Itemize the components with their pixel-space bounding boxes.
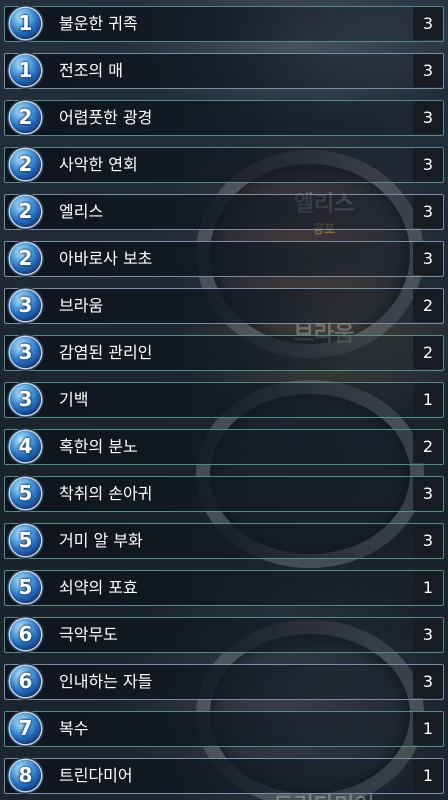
mana-cost-gem: 2 (10, 196, 41, 227)
mana-cost-gem: 4 (10, 431, 41, 462)
mana-cost-gem: 2 (10, 149, 41, 180)
card-name: 트린다미어 (59, 766, 133, 785)
card-count: 3 (413, 524, 443, 557)
card-row[interactable]: 2 사악한 연회 3 (4, 147, 444, 183)
card-row[interactable]: 2 어렴풋한 광경 3 (4, 100, 444, 136)
mana-cost-gem: 3 (10, 290, 41, 321)
card-count: 3 (413, 54, 443, 87)
card-name: 전조의 매 (59, 61, 123, 80)
card-count: 3 (413, 148, 443, 181)
card-name: 쇠약의 포효 (59, 578, 138, 597)
card-count: 1 (413, 712, 443, 745)
card-row[interactable]: 5 거미 알 부화 3 (4, 523, 444, 559)
card-row[interactable]: 1 전조의 매 3 (4, 53, 444, 89)
card-count: 2 (413, 289, 443, 322)
card-name: 브라움 (59, 296, 104, 315)
card-count: 1 (413, 571, 443, 604)
mana-cost-gem: 3 (10, 337, 41, 368)
card-name: 극악무도 (59, 625, 118, 644)
mana-cost-gem: 6 (10, 619, 41, 650)
card-row[interactable]: 3 기백 1 (4, 382, 444, 418)
mana-cost-gem: 2 (10, 102, 41, 133)
mana-cost-gem: 1 (10, 8, 41, 39)
card-name: 혹한의 분노 (59, 437, 138, 456)
card-row[interactable]: 6 극악무도 3 (4, 617, 444, 653)
card-name: 거미 알 부화 (59, 531, 143, 550)
mana-cost-gem: 7 (10, 713, 41, 744)
card-row[interactable]: 6 인내하는 자들 3 (4, 664, 444, 700)
card-name: 기백 (59, 390, 89, 409)
mana-cost-gem: 5 (10, 572, 41, 603)
card-row[interactable]: 2 아바로사 보초 3 (4, 241, 444, 277)
card-count: 2 (413, 336, 443, 369)
mana-cost-gem: 5 (10, 525, 41, 556)
card-name: 엘리스 (59, 202, 104, 221)
card-row[interactable]: 3 감염된 관리인 2 (4, 335, 444, 371)
card-row[interactable]: 2 엘리스 3 (4, 194, 444, 230)
card-count: 3 (413, 242, 443, 275)
card-row[interactable]: 5 착취의 손아귀 3 (4, 476, 444, 512)
mana-cost-gem: 3 (10, 384, 41, 415)
card-name: 아바로사 보초 (59, 249, 153, 268)
card-count: 3 (413, 195, 443, 228)
card-name: 불운한 귀족 (59, 14, 138, 33)
card-name: 인내하는 자들 (59, 672, 153, 691)
card-name: 사악한 연회 (59, 155, 138, 174)
card-row[interactable]: 5 쇠약의 포효 1 (4, 570, 444, 606)
mana-cost-gem: 6 (10, 666, 41, 697)
card-count: 3 (413, 477, 443, 510)
card-count: 3 (413, 618, 443, 651)
mana-cost-gem: 5 (10, 478, 41, 509)
card-name: 착취의 손아귀 (59, 484, 153, 503)
card-count: 3 (413, 665, 443, 698)
card-name: 복수 (59, 719, 89, 738)
card-count: 2 (413, 430, 443, 463)
card-row[interactable]: 4 혹한의 분노 2 (4, 429, 444, 465)
card-row[interactable]: 8 트린다미어 1 (4, 758, 444, 794)
card-count: 1 (413, 759, 443, 792)
mana-cost-gem: 1 (10, 55, 41, 86)
card-name: 감염된 관리인 (59, 343, 153, 362)
card-row[interactable]: 3 브라움 2 (4, 288, 444, 324)
card-count: 3 (413, 7, 443, 40)
card-count: 1 (413, 383, 443, 416)
card-count: 3 (413, 101, 443, 134)
mana-cost-gem: 2 (10, 243, 41, 274)
mana-cost-gem: 8 (10, 760, 41, 791)
card-row[interactable]: 7 복수 1 (4, 711, 444, 747)
card-name: 어렴풋한 광경 (59, 108, 153, 127)
card-row[interactable]: 1 불운한 귀족 3 (4, 6, 444, 42)
